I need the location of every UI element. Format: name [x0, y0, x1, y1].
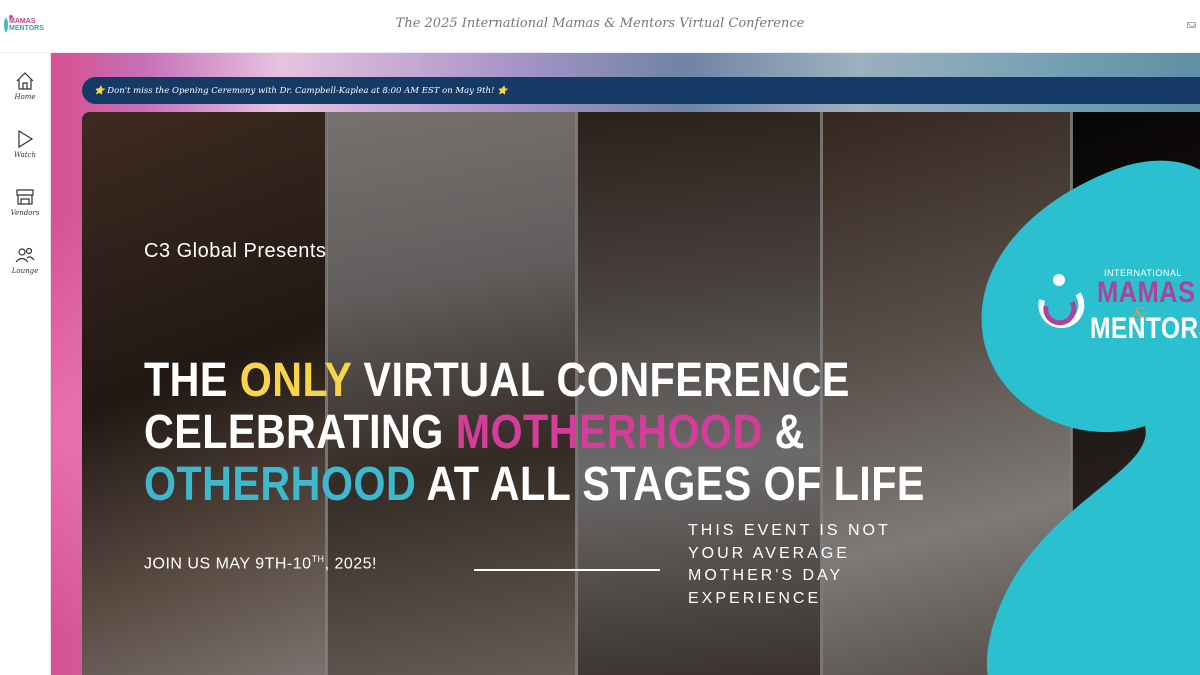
headline-line-2: CELEBRATING MOTHERHOOD &	[144, 407, 925, 459]
announcement-banner[interactable]: ⭐ Don't miss the Opening Ceremony with D…	[82, 77, 1200, 104]
conference-logo: INTERNATIONAL MAMAS & MENTORS	[1022, 252, 1200, 372]
hero-banner[interactable]: C3 Global Presents THE ONLY VIRTUAL CONF…	[82, 112, 1200, 675]
hero-presents: C3 Global Presents	[144, 240, 327, 262]
date-text: JOIN US MAY 9TH-10	[144, 555, 312, 573]
mail-icon[interactable]	[1187, 22, 1196, 28]
sidebar-item-watch[interactable]: Watch	[0, 129, 50, 179]
hero-tagline: THIS EVENT IS NOT YOUR AVERAGE MOTHER'S …	[688, 520, 918, 610]
sidebar-item-lounge[interactable]: Lounge	[0, 245, 50, 295]
headline-line-3: OTHERHOOD AT ALL STAGES OF LIFE	[144, 459, 925, 511]
sidebar-item-label: Home	[14, 93, 36, 101]
hero-date: JOIN US MAY 9TH-10TH, 2025!	[144, 554, 377, 573]
people-icon	[15, 247, 35, 263]
home-icon	[16, 72, 34, 90]
main-content: ⭐ Don't miss the Opening Ceremony with D…	[51, 53, 1200, 675]
tagline-line: THIS EVENT IS NOT	[688, 522, 891, 539]
date-superscript: TH	[311, 554, 325, 564]
headline-line-1: THE ONLY VIRTUAL CONFERENCE	[144, 355, 925, 407]
headline-text: &	[762, 406, 805, 459]
play-icon	[18, 129, 34, 149]
sidebar-item-label: Watch	[13, 151, 36, 159]
sidebar-item-label: Vendors	[10, 209, 40, 217]
teal-blob-shape	[981, 160, 1200, 675]
page-title: The 2025 International Mamas & Mentors V…	[395, 16, 805, 31]
sidebar-item-label: Lounge	[11, 267, 39, 275]
sidebar-item-home[interactable]: Home	[0, 71, 50, 121]
tagline-line: YOUR AVERAGE	[688, 544, 850, 562]
logo-emblem-icon	[1038, 274, 1085, 329]
headline-text: VIRTUAL CONFERENCE	[351, 354, 850, 407]
sidebar-item-vendors[interactable]: Vendors	[0, 187, 50, 237]
headline-text: THE	[144, 354, 240, 407]
headline-highlight: ONLY	[239, 354, 352, 407]
decorative-line	[474, 569, 660, 571]
headline-text: CELEBRATING	[144, 406, 456, 459]
logo-mentors: MENTORS	[1090, 312, 1200, 345]
store-icon	[16, 189, 34, 205]
tagline-line: EXPERIENCE	[688, 589, 822, 607]
sidebar: Home Watch Vendors Lounge	[0, 53, 51, 675]
headline-highlight: OTHERHOOD	[144, 458, 417, 511]
headline-highlight: MOTHERHOOD	[455, 406, 763, 459]
headline-text: AT ALL STAGES OF LIFE	[416, 458, 925, 511]
date-text: , 2025!	[324, 555, 377, 573]
top-bar: MAMAS MENTORS The 2025 International Mam…	[0, 0, 1200, 53]
tagline-line: MOTHER'S DAY	[688, 567, 844, 584]
hero-headline: THE ONLY VIRTUAL CONFERENCE CELEBRATING …	[144, 355, 925, 511]
